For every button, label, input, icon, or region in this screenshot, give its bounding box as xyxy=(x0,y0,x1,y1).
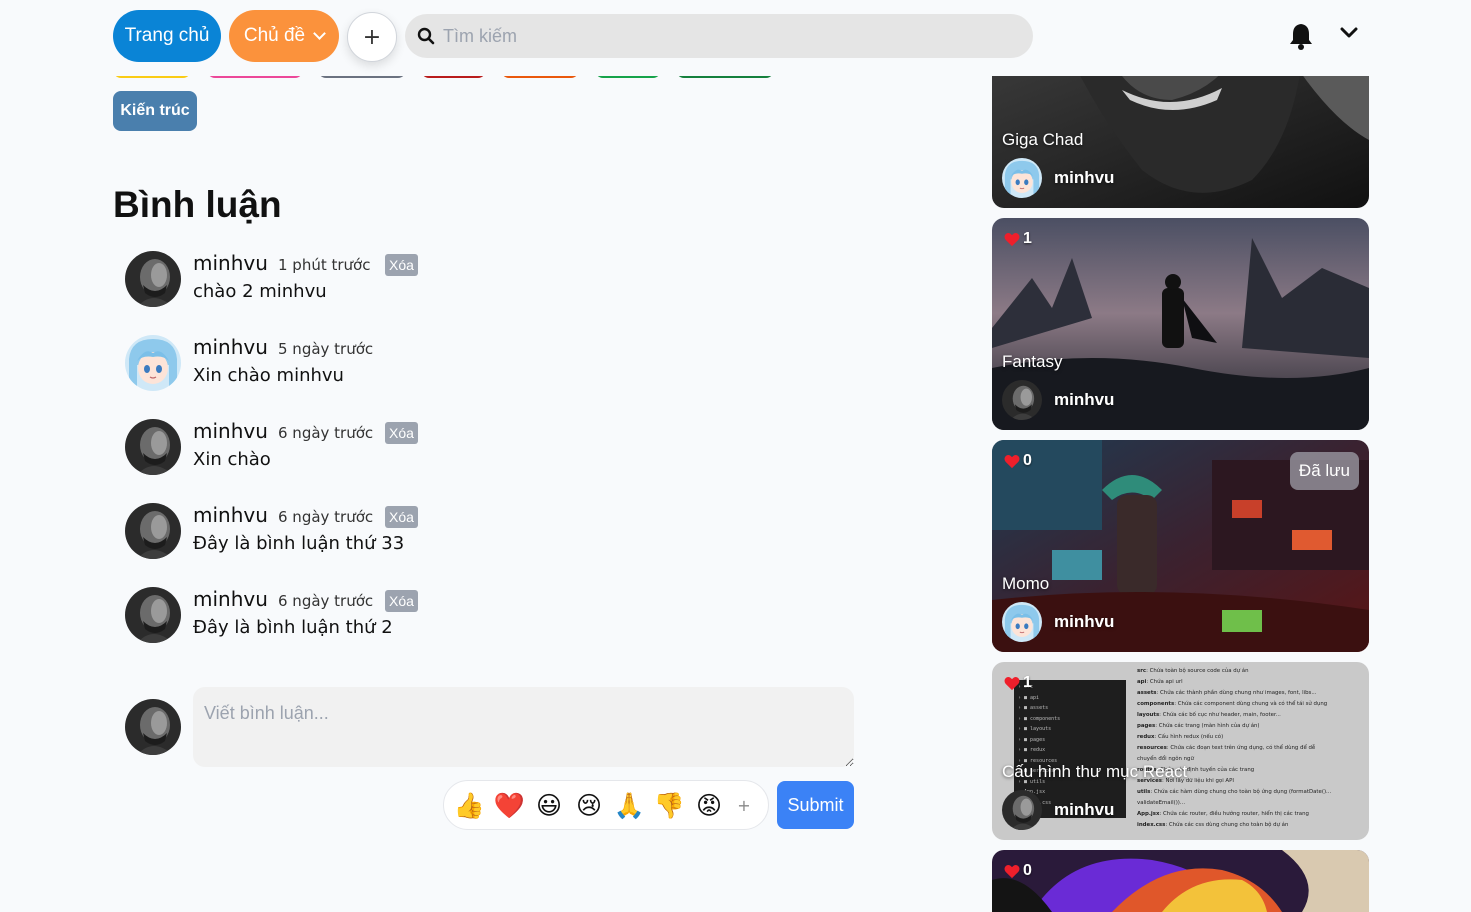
angry-emoji-button[interactable]: 😡 xyxy=(694,790,724,820)
avatar[interactable] xyxy=(125,503,181,559)
comment-item: minhvu 6 ngày trước Xóa Xin chào xyxy=(125,419,545,479)
like-count: 0 xyxy=(1023,862,1032,879)
heart-icon xyxy=(1004,454,1020,469)
delete-comment-button[interactable]: Xóa xyxy=(385,506,418,528)
comment-text: Xin chào xyxy=(193,449,271,470)
post-title: Cấu hình thư mục React xyxy=(1002,762,1188,781)
author-avatar xyxy=(1002,790,1042,830)
heart-icon xyxy=(1004,864,1020,879)
bell-icon[interactable] xyxy=(1288,22,1314,50)
comment-text: Xin chào minhvu xyxy=(193,365,344,386)
cry-emoji-button[interactable]: 😢 xyxy=(574,790,604,820)
comment-author[interactable]: minhvu xyxy=(193,251,268,275)
topics-button-label: Chủ đề xyxy=(243,25,306,46)
post-image xyxy=(992,218,1369,430)
home-button-label: Trang chủ xyxy=(124,25,210,46)
post-title: Giga Chad xyxy=(1002,130,1084,149)
author-avatar xyxy=(1002,380,1042,420)
pray-emoji-button[interactable]: 🙏 xyxy=(613,790,644,820)
post-author[interactable]: minhvu xyxy=(1054,612,1114,632)
comment-author[interactable]: minhvu xyxy=(193,419,268,443)
saved-label: Đã lưu xyxy=(1298,461,1350,480)
comment-item: minhvu 1 phút trước Xóa chào 2 minhvu xyxy=(125,251,545,311)
comment-input[interactable] xyxy=(193,687,854,767)
topic-tag-kien-truc[interactable]: Kiến trúc xyxy=(113,91,197,131)
author-avatar xyxy=(1002,158,1042,198)
search-input[interactable] xyxy=(443,25,1003,47)
comment-author[interactable]: minhvu xyxy=(193,587,268,611)
emoji-reaction-bar: 👍 ❤️ 😃 😢 🙏 👎 😡 + xyxy=(443,780,769,830)
avatar[interactable] xyxy=(125,587,181,643)
top-navbar: Trang chủ Chủ đề + xyxy=(0,0,1471,76)
like-counter[interactable]: 1 xyxy=(1004,674,1032,692)
home-button[interactable]: Trang chủ xyxy=(113,10,221,62)
comment-time: 6 ngày trước xyxy=(278,592,374,610)
submit-label: Submit xyxy=(787,794,844,815)
comment-time: 6 ngày trước xyxy=(278,424,374,442)
smile-emoji-button[interactable]: 😃 xyxy=(534,790,564,820)
thumbs-down-emoji-button[interactable]: 👎 xyxy=(653,790,684,820)
comment-text: chào 2 minhvu xyxy=(193,281,327,302)
post-card[interactable]: 0 Đã lưu Momo minhvu xyxy=(992,440,1369,652)
post-author[interactable]: minhvu xyxy=(1054,800,1114,820)
delete-comment-button[interactable]: Xóa xyxy=(385,590,418,612)
comment-author[interactable]: minhvu xyxy=(193,503,268,527)
post-title: Momo xyxy=(1002,574,1050,593)
comment-item: minhvu 6 ngày trước Xóa Đây là bình luận… xyxy=(125,503,545,563)
author-avatar xyxy=(1002,602,1042,642)
heart-icon xyxy=(1004,232,1020,247)
post-card[interactable]: Giga Chad minhvu xyxy=(992,60,1369,208)
comment-time: 1 phút trước xyxy=(278,256,371,274)
post-author[interactable]: minhvu xyxy=(1054,168,1114,188)
like-count: 1 xyxy=(1023,230,1032,247)
avatar[interactable] xyxy=(125,419,181,475)
more-emoji-button[interactable]: + xyxy=(734,796,754,815)
comment-text: Đây là bình luận thứ 33 xyxy=(193,533,405,554)
chevron-down-icon[interactable] xyxy=(1340,24,1358,42)
current-user-avatar xyxy=(125,699,181,755)
search-icon xyxy=(417,27,435,45)
post-image xyxy=(992,850,1369,912)
like-counter[interactable]: 0 xyxy=(1004,862,1032,880)
add-post-button[interactable]: + xyxy=(347,12,397,62)
comment-text: Đây là bình luận thứ 2 xyxy=(193,617,393,638)
heart-icon xyxy=(1004,676,1020,691)
post-author[interactable]: minhvu xyxy=(1054,390,1114,410)
search-bar[interactable] xyxy=(405,14,1033,58)
heart-emoji-button[interactable]: ❤️ xyxy=(493,790,524,820)
comments-title: Bình luận xyxy=(113,184,282,225)
like-counter[interactable]: 1 xyxy=(1004,230,1032,248)
like-count: 1 xyxy=(1023,674,1032,691)
comment-time: 6 ngày trước xyxy=(278,508,374,526)
saved-badge[interactable]: Đã lưu xyxy=(1289,452,1359,490)
post-card[interactable]: 0 xyxy=(992,850,1369,912)
like-count: 0 xyxy=(1023,452,1032,469)
delete-comment-button[interactable]: Xóa xyxy=(385,422,418,444)
topics-dropdown-button[interactable]: Chủ đề xyxy=(229,10,339,62)
post-card[interactable]: 1 Fantasy minhvu xyxy=(992,218,1369,430)
avatar[interactable] xyxy=(125,335,181,391)
post-image-notes: src: Chứa toàn bộ source code của dự án … xyxy=(1137,668,1332,828)
comment-time: 5 ngày trước xyxy=(278,340,374,358)
delete-comment-button[interactable]: Xóa xyxy=(385,254,418,276)
thumbs-up-emoji-button[interactable]: 👍 xyxy=(453,790,484,820)
comment-author[interactable]: minhvu xyxy=(193,335,268,359)
plus-icon: + xyxy=(362,24,382,50)
avatar[interactable] xyxy=(125,251,181,307)
topic-tag-label: Kiến trúc xyxy=(120,102,190,119)
post-card[interactable]: › src › ■ api › ■ assets › ■ components › ■ … xyxy=(992,662,1369,840)
like-counter[interactable]: 0 xyxy=(1004,452,1032,470)
submit-comment-button[interactable]: Submit xyxy=(777,781,854,829)
chevron-down-icon xyxy=(313,27,327,40)
post-title: Fantasy xyxy=(1002,352,1063,371)
comment-item: minhvu 5 ngày trước Xin chào minhvu xyxy=(125,335,545,395)
comment-item: minhvu 6 ngày trước Xóa Đây là bình luận… xyxy=(125,587,545,647)
